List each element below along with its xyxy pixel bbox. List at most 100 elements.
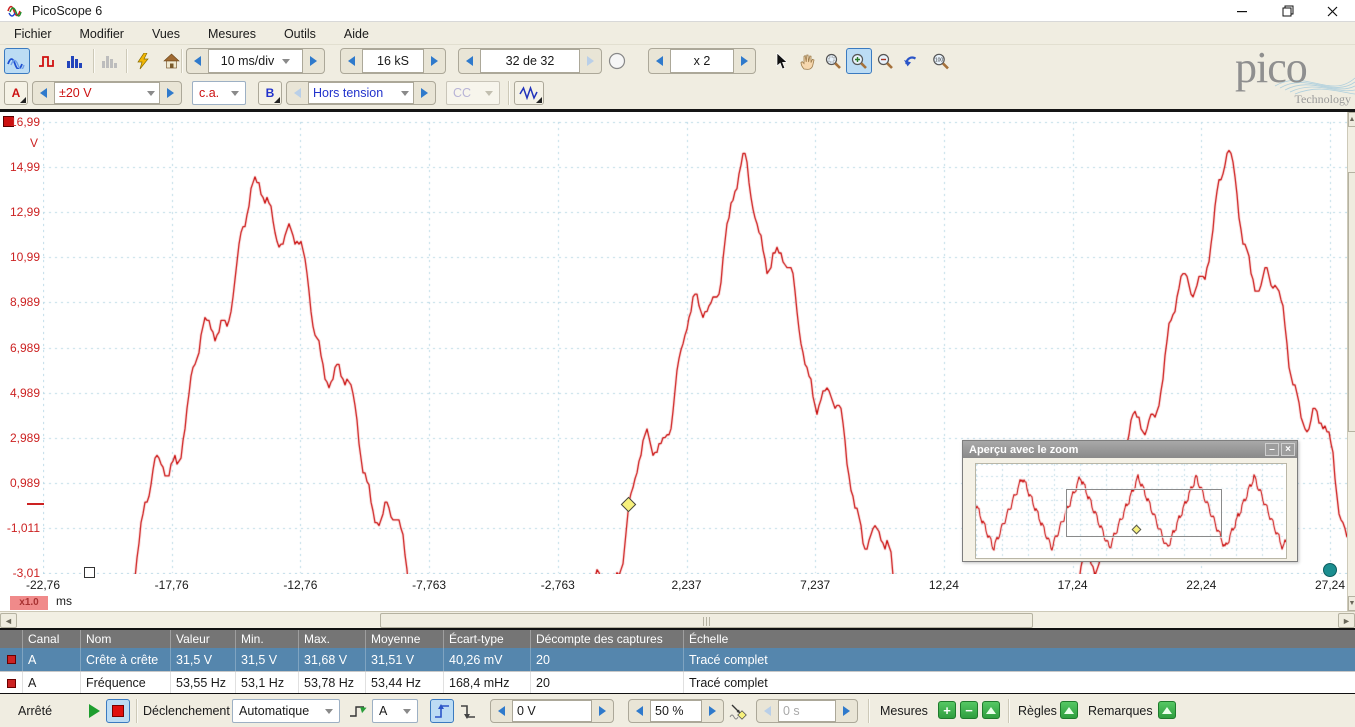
menu-vues[interactable]: Vues bbox=[138, 24, 194, 44]
note-marker[interactable] bbox=[1323, 563, 1337, 577]
auto-setup-button[interactable] bbox=[130, 48, 156, 74]
zoom-factor-box[interactable]: x 2 bbox=[670, 49, 734, 73]
close-button[interactable] bbox=[1310, 0, 1355, 22]
header-canal[interactable]: Canal bbox=[22, 630, 80, 648]
scroll-up-button[interactable]: ▲ bbox=[1348, 112, 1355, 127]
menu-outils[interactable]: Outils bbox=[270, 24, 330, 44]
advanced-trigger-button[interactable] bbox=[346, 699, 370, 723]
overview-minimize-button[interactable]: – bbox=[1265, 443, 1279, 456]
zoom-overview-window[interactable]: Aperçu avec le zoom – × bbox=[962, 440, 1298, 562]
menu-mesures[interactable]: Mesures bbox=[194, 24, 270, 44]
undo-zoom-button[interactable] bbox=[898, 48, 924, 74]
pan-tool-button[interactable] bbox=[794, 48, 820, 74]
timebase-select[interactable]: 10 ms/div bbox=[208, 49, 303, 73]
menu-modifier[interactable]: Modifier bbox=[66, 24, 138, 44]
pre-trigger-decrease[interactable] bbox=[629, 700, 650, 722]
minimize-button[interactable] bbox=[1220, 0, 1265, 22]
vertical-scroll-thumb[interactable] bbox=[1348, 172, 1355, 432]
notes-menu-button[interactable] bbox=[1158, 701, 1176, 719]
measurement-menu-button[interactable] bbox=[982, 701, 1000, 719]
zoom-region-rect[interactable] bbox=[1066, 489, 1222, 537]
rising-edge-icon bbox=[435, 703, 449, 718]
trigger-level-input[interactable]: 0 V bbox=[512, 700, 592, 722]
zoom-increase-button[interactable] bbox=[734, 49, 755, 73]
channel-b-range-select[interactable]: Hors tension bbox=[308, 82, 414, 104]
scroll-down-button[interactable]: ▼ bbox=[1348, 596, 1355, 611]
range-b-decrease-button[interactable] bbox=[287, 82, 308, 104]
header-max[interactable]: Max. bbox=[298, 630, 365, 648]
samples-increase-button[interactable] bbox=[424, 49, 445, 73]
title-bar: PicoScope 6 bbox=[0, 0, 1355, 22]
timebase-increase-button[interactable] bbox=[303, 49, 324, 73]
scroll-left-button[interactable]: ◄ bbox=[0, 613, 17, 628]
header-valeur[interactable]: Valeur bbox=[170, 630, 235, 648]
buffer-prev-button[interactable] bbox=[459, 49, 480, 73]
trigger-source-value: A bbox=[379, 704, 388, 718]
buffer-overview-button[interactable] bbox=[604, 48, 630, 74]
range-b-increase-button[interactable] bbox=[414, 82, 435, 104]
rulers-menu-button[interactable] bbox=[1060, 701, 1078, 719]
remove-measurement-button[interactable]: − bbox=[960, 701, 978, 719]
pointer-tool-button[interactable] bbox=[768, 48, 794, 74]
range-a-increase-button[interactable] bbox=[160, 82, 181, 104]
header-nom[interactable]: Nom bbox=[80, 630, 170, 648]
header-ecart-type[interactable]: Écart-type bbox=[443, 630, 530, 648]
overview-close-button[interactable]: × bbox=[1281, 443, 1295, 456]
pre-trigger-input[interactable]: 50 % bbox=[650, 700, 702, 722]
range-a-decrease-button[interactable] bbox=[33, 82, 54, 104]
header-min[interactable]: Min. bbox=[235, 630, 298, 648]
channel-a-coupling-select[interactable]: c.a. bbox=[192, 81, 246, 105]
menu-fichier[interactable]: Fichier bbox=[0, 24, 66, 44]
signal-generator-button[interactable] bbox=[514, 81, 544, 105]
vertical-scrollbar[interactable]: ▲ ▼ bbox=[1347, 112, 1355, 611]
channel-b-button[interactable]: B bbox=[258, 81, 282, 105]
pre-trigger-increase[interactable] bbox=[702, 700, 723, 722]
zoom-in-icon bbox=[851, 53, 867, 69]
samples-decrease-button[interactable] bbox=[341, 49, 362, 73]
channel-a-range-select[interactable]: ±20 V bbox=[54, 82, 160, 104]
post-trigger-input[interactable]: 0 s bbox=[778, 700, 836, 722]
falling-edge-button[interactable] bbox=[456, 699, 480, 723]
channel-a-zero-marker[interactable] bbox=[27, 503, 44, 505]
horizontal-scrollbar[interactable]: ◄ ► bbox=[0, 611, 1355, 628]
alternate-view-button[interactable] bbox=[97, 48, 123, 74]
zoom-in-button[interactable] bbox=[846, 48, 872, 74]
scroll-right-button[interactable]: ► bbox=[1338, 613, 1355, 628]
axis-offset-handle[interactable] bbox=[84, 567, 95, 578]
add-measurement-button[interactable]: + bbox=[938, 701, 956, 719]
trigger-mode-select[interactable]: Automatique bbox=[232, 699, 340, 723]
header-moyenne[interactable]: Moyenne bbox=[365, 630, 443, 648]
restore-button[interactable] bbox=[1265, 0, 1310, 22]
post-trigger-decrease[interactable] bbox=[757, 700, 778, 722]
persistence-view-button[interactable] bbox=[34, 48, 60, 74]
channel-a-button[interactable]: A bbox=[4, 81, 28, 105]
chevron-down-icon bbox=[282, 58, 291, 64]
post-trigger-increase[interactable] bbox=[836, 700, 857, 722]
measurement-row-peak-to-peak[interactable]: A Crête à crête 31,5 V 31,5 V 31,68 V 31… bbox=[0, 648, 1355, 671]
zoom-out-button[interactable] bbox=[872, 48, 898, 74]
run-button[interactable] bbox=[82, 699, 106, 723]
header-decompte[interactable]: Décompte des captures bbox=[530, 630, 683, 648]
marquee-zoom-button[interactable] bbox=[820, 48, 846, 74]
menu-aide[interactable]: Aide bbox=[330, 24, 383, 44]
spectrum-view-button[interactable] bbox=[62, 48, 88, 74]
trigger-level-decrease[interactable] bbox=[491, 700, 512, 722]
horizontal-scroll-thumb[interactable] bbox=[380, 613, 1033, 628]
rising-edge-button[interactable] bbox=[430, 699, 454, 723]
header-echelle[interactable]: Échelle bbox=[683, 630, 1355, 648]
buffer-next-button[interactable] bbox=[580, 49, 601, 73]
zoom-full-button[interactable]: 100 bbox=[928, 48, 954, 74]
trigger-time-marker-button[interactable] bbox=[726, 699, 750, 723]
samples-input[interactable]: 16 kS bbox=[362, 49, 424, 73]
timebase-decrease-button[interactable] bbox=[187, 49, 208, 73]
zoom-overview-titlebar[interactable]: Aperçu avec le zoom – × bbox=[963, 441, 1297, 458]
trigger-source-select[interactable]: A bbox=[372, 699, 418, 723]
channel-b-coupling-select[interactable]: CC bbox=[446, 81, 500, 105]
measurement-row-frequency[interactable]: A Fréquence 53,55 Hz 53,1 Hz 53,78 Hz 53… bbox=[0, 671, 1355, 694]
stop-button[interactable] bbox=[106, 699, 130, 723]
trigger-level-increase[interactable] bbox=[592, 700, 613, 722]
buffer-position-box[interactable]: 32 de 32 bbox=[480, 49, 580, 73]
zoom-decrease-button[interactable] bbox=[649, 49, 670, 73]
scope-view-button[interactable] bbox=[4, 48, 30, 74]
measurements-table: Canal Nom Valeur Min. Max. Moyenne Écart… bbox=[0, 628, 1355, 694]
